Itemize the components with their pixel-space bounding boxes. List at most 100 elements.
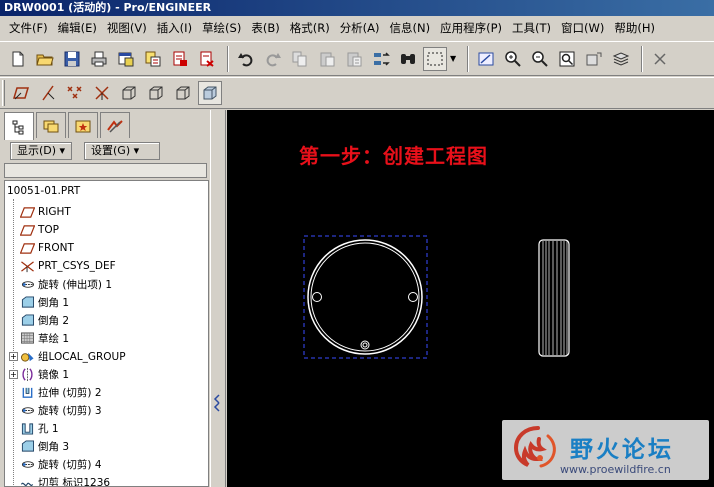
properties-icon[interactable]: [141, 47, 165, 71]
tree-item-label: 旋转 (伸出项) 1: [38, 278, 113, 291]
open-folder-icon[interactable]: [33, 47, 57, 71]
selection-box-icon[interactable]: [423, 46, 447, 71]
datum-axis-display-icon[interactable]: [36, 81, 60, 105]
tree-item-label: PRT_CSYS_DEF: [38, 260, 116, 272]
zoom-out-icon[interactable]: [528, 47, 552, 71]
tree-item[interactable]: + 组LOCAL_GROUP: [9, 347, 126, 365]
tree-root-part[interactable]: 10051-01.PRT: [7, 185, 80, 197]
expand-icon[interactable]: +: [9, 351, 18, 361]
side-hatching: [542, 241, 568, 355]
expand-icon[interactable]: +: [9, 369, 18, 379]
mirror-icon: [19, 367, 35, 381]
print-icon[interactable]: [87, 47, 111, 71]
menu-window[interactable]: 窗口(W): [556, 17, 609, 39]
tree-item[interactable]: 旋转 (伸出项) 1: [9, 275, 112, 293]
side-view[interactable]: [538, 239, 570, 357]
tree-item[interactable]: RIGHT: [9, 203, 71, 221]
toolbar-grip[interactable]: [2, 80, 5, 106]
panel-splitter[interactable]: [210, 110, 226, 487]
model-tree-panel: 显示(D) ▾ 设置(G) ▾ 10051-01.PRT RIGHT TOP FRO…: [0, 110, 214, 487]
tree-item[interactable]: 旋转 (切剪) 4: [9, 455, 102, 473]
menu-tools[interactable]: 工具(T): [507, 17, 556, 39]
hole-bottom: [360, 340, 370, 350]
menu-file[interactable]: 文件(F): [4, 17, 53, 39]
revolve-icon: [19, 457, 35, 471]
regenerate-icon[interactable]: [369, 47, 393, 71]
tree-item-label: 旋转 (切剪) 3: [38, 404, 102, 417]
copy-icon[interactable]: [288, 47, 312, 71]
zoom-in-icon[interactable]: [501, 47, 525, 71]
menu-table[interactable]: 表(B): [246, 17, 284, 39]
refit-icon[interactable]: [555, 47, 579, 71]
tree-item-label: 旋转 (切剪) 4: [38, 458, 102, 471]
repaint-icon[interactable]: [474, 47, 498, 71]
redo-icon[interactable]: [261, 47, 285, 71]
shading-icon[interactable]: [198, 81, 222, 105]
watermark-title: 野火论坛: [570, 437, 674, 463]
menu-help[interactable]: 帮助(H): [609, 17, 660, 39]
menu-view[interactable]: 视图(V): [102, 17, 152, 39]
tree-item[interactable]: FRONT: [9, 239, 74, 257]
revolve-icon: [19, 403, 35, 417]
tree-item[interactable]: 倒角 3: [9, 437, 69, 455]
menu-info[interactable]: 信息(N): [385, 17, 436, 39]
settings-menu-button[interactable]: 设置(G) ▾: [84, 142, 160, 160]
menu-edit[interactable]: 编辑(E): [53, 17, 102, 39]
menu-applications[interactable]: 应用程序(P): [435, 17, 507, 39]
tree-item[interactable]: 倒角 2: [9, 311, 69, 329]
datum-point-display-icon[interactable]: [63, 81, 87, 105]
drawing-canvas[interactable]: 第一步：创建工程图 野火论坛 www.proewildfire.cn: [227, 110, 714, 487]
tree-item-label: 拉伸 (切剪) 2: [38, 386, 102, 399]
tree-item[interactable]: + 镜像 1: [9, 365, 69, 383]
tree-item[interactable]: TOP: [9, 221, 59, 239]
layers-icon[interactable]: [609, 47, 633, 71]
tab-folder-browser[interactable]: [36, 112, 66, 138]
tree-item[interactable]: 草绘 1: [9, 329, 69, 347]
chevron-down-icon[interactable]: ▼: [450, 54, 458, 63]
find-icon[interactable]: [396, 47, 420, 71]
menu-sketch[interactable]: 草绘(S): [197, 17, 246, 39]
tree-item-label: 组LOCAL_GROUP: [38, 350, 126, 363]
datum-plane-icon: [19, 223, 35, 237]
undo-icon[interactable]: [234, 47, 258, 71]
erase-icon[interactable]: [195, 47, 219, 71]
datum-plane-display-icon[interactable]: [9, 81, 33, 105]
tree-item[interactable]: PRT_CSYS_DEF: [9, 257, 116, 275]
toolbar-separator: [641, 45, 643, 72]
menu-insert[interactable]: 插入(I): [152, 17, 197, 39]
close-window-icon[interactable]: [648, 47, 672, 71]
hole-left: [312, 292, 322, 302]
chamfer-icon: [19, 295, 35, 309]
save-icon[interactable]: [60, 47, 84, 71]
view-manager-icon[interactable]: [582, 47, 606, 71]
chamfer-icon: [19, 439, 35, 453]
collapse-panel-icon[interactable]: [213, 393, 221, 413]
tab-connections[interactable]: [100, 112, 130, 138]
menu-analysis[interactable]: 分析(A): [335, 17, 385, 39]
new-file-icon[interactable]: [6, 47, 30, 71]
no-hidden-icon[interactable]: [171, 81, 195, 105]
tab-favorites[interactable]: [68, 112, 98, 138]
tree-item[interactable]: 倒角 1: [9, 293, 69, 311]
paste-icon[interactable]: [315, 47, 339, 71]
tree-item-label: RIGHT: [38, 206, 71, 218]
tab-model-tree[interactable]: [4, 112, 34, 140]
send-mail-icon[interactable]: [168, 47, 192, 71]
hidden-line-icon[interactable]: [144, 81, 168, 105]
group-icon: [19, 349, 35, 363]
paste-special-icon[interactable]: [342, 47, 366, 71]
tree-item[interactable]: 切剪 标识1236: [9, 473, 110, 486]
show-menu-button[interactable]: 显示(D) ▾: [10, 142, 72, 160]
tree-item[interactable]: 孔 1: [9, 419, 59, 437]
wireframe-icon[interactable]: [117, 81, 141, 105]
menu-format[interactable]: 格式(R): [285, 17, 335, 39]
csys-display-icon[interactable]: [90, 81, 114, 105]
chamfer-icon: [19, 313, 35, 327]
window-icon[interactable]: [114, 47, 138, 71]
tree-item[interactable]: 拉伸 (切剪) 2: [9, 383, 102, 401]
tree-item[interactable]: 旋转 (切剪) 3: [9, 401, 102, 419]
model-tree: 10051-01.PRT RIGHT TOP FRONT PRT_CSYS_DEF 旋转…: [4, 180, 209, 487]
watermark-url: www.proewildfire.cn: [560, 463, 671, 476]
forum-watermark: 野火论坛 www.proewildfire.cn: [502, 420, 709, 480]
front-view[interactable]: [303, 235, 428, 359]
